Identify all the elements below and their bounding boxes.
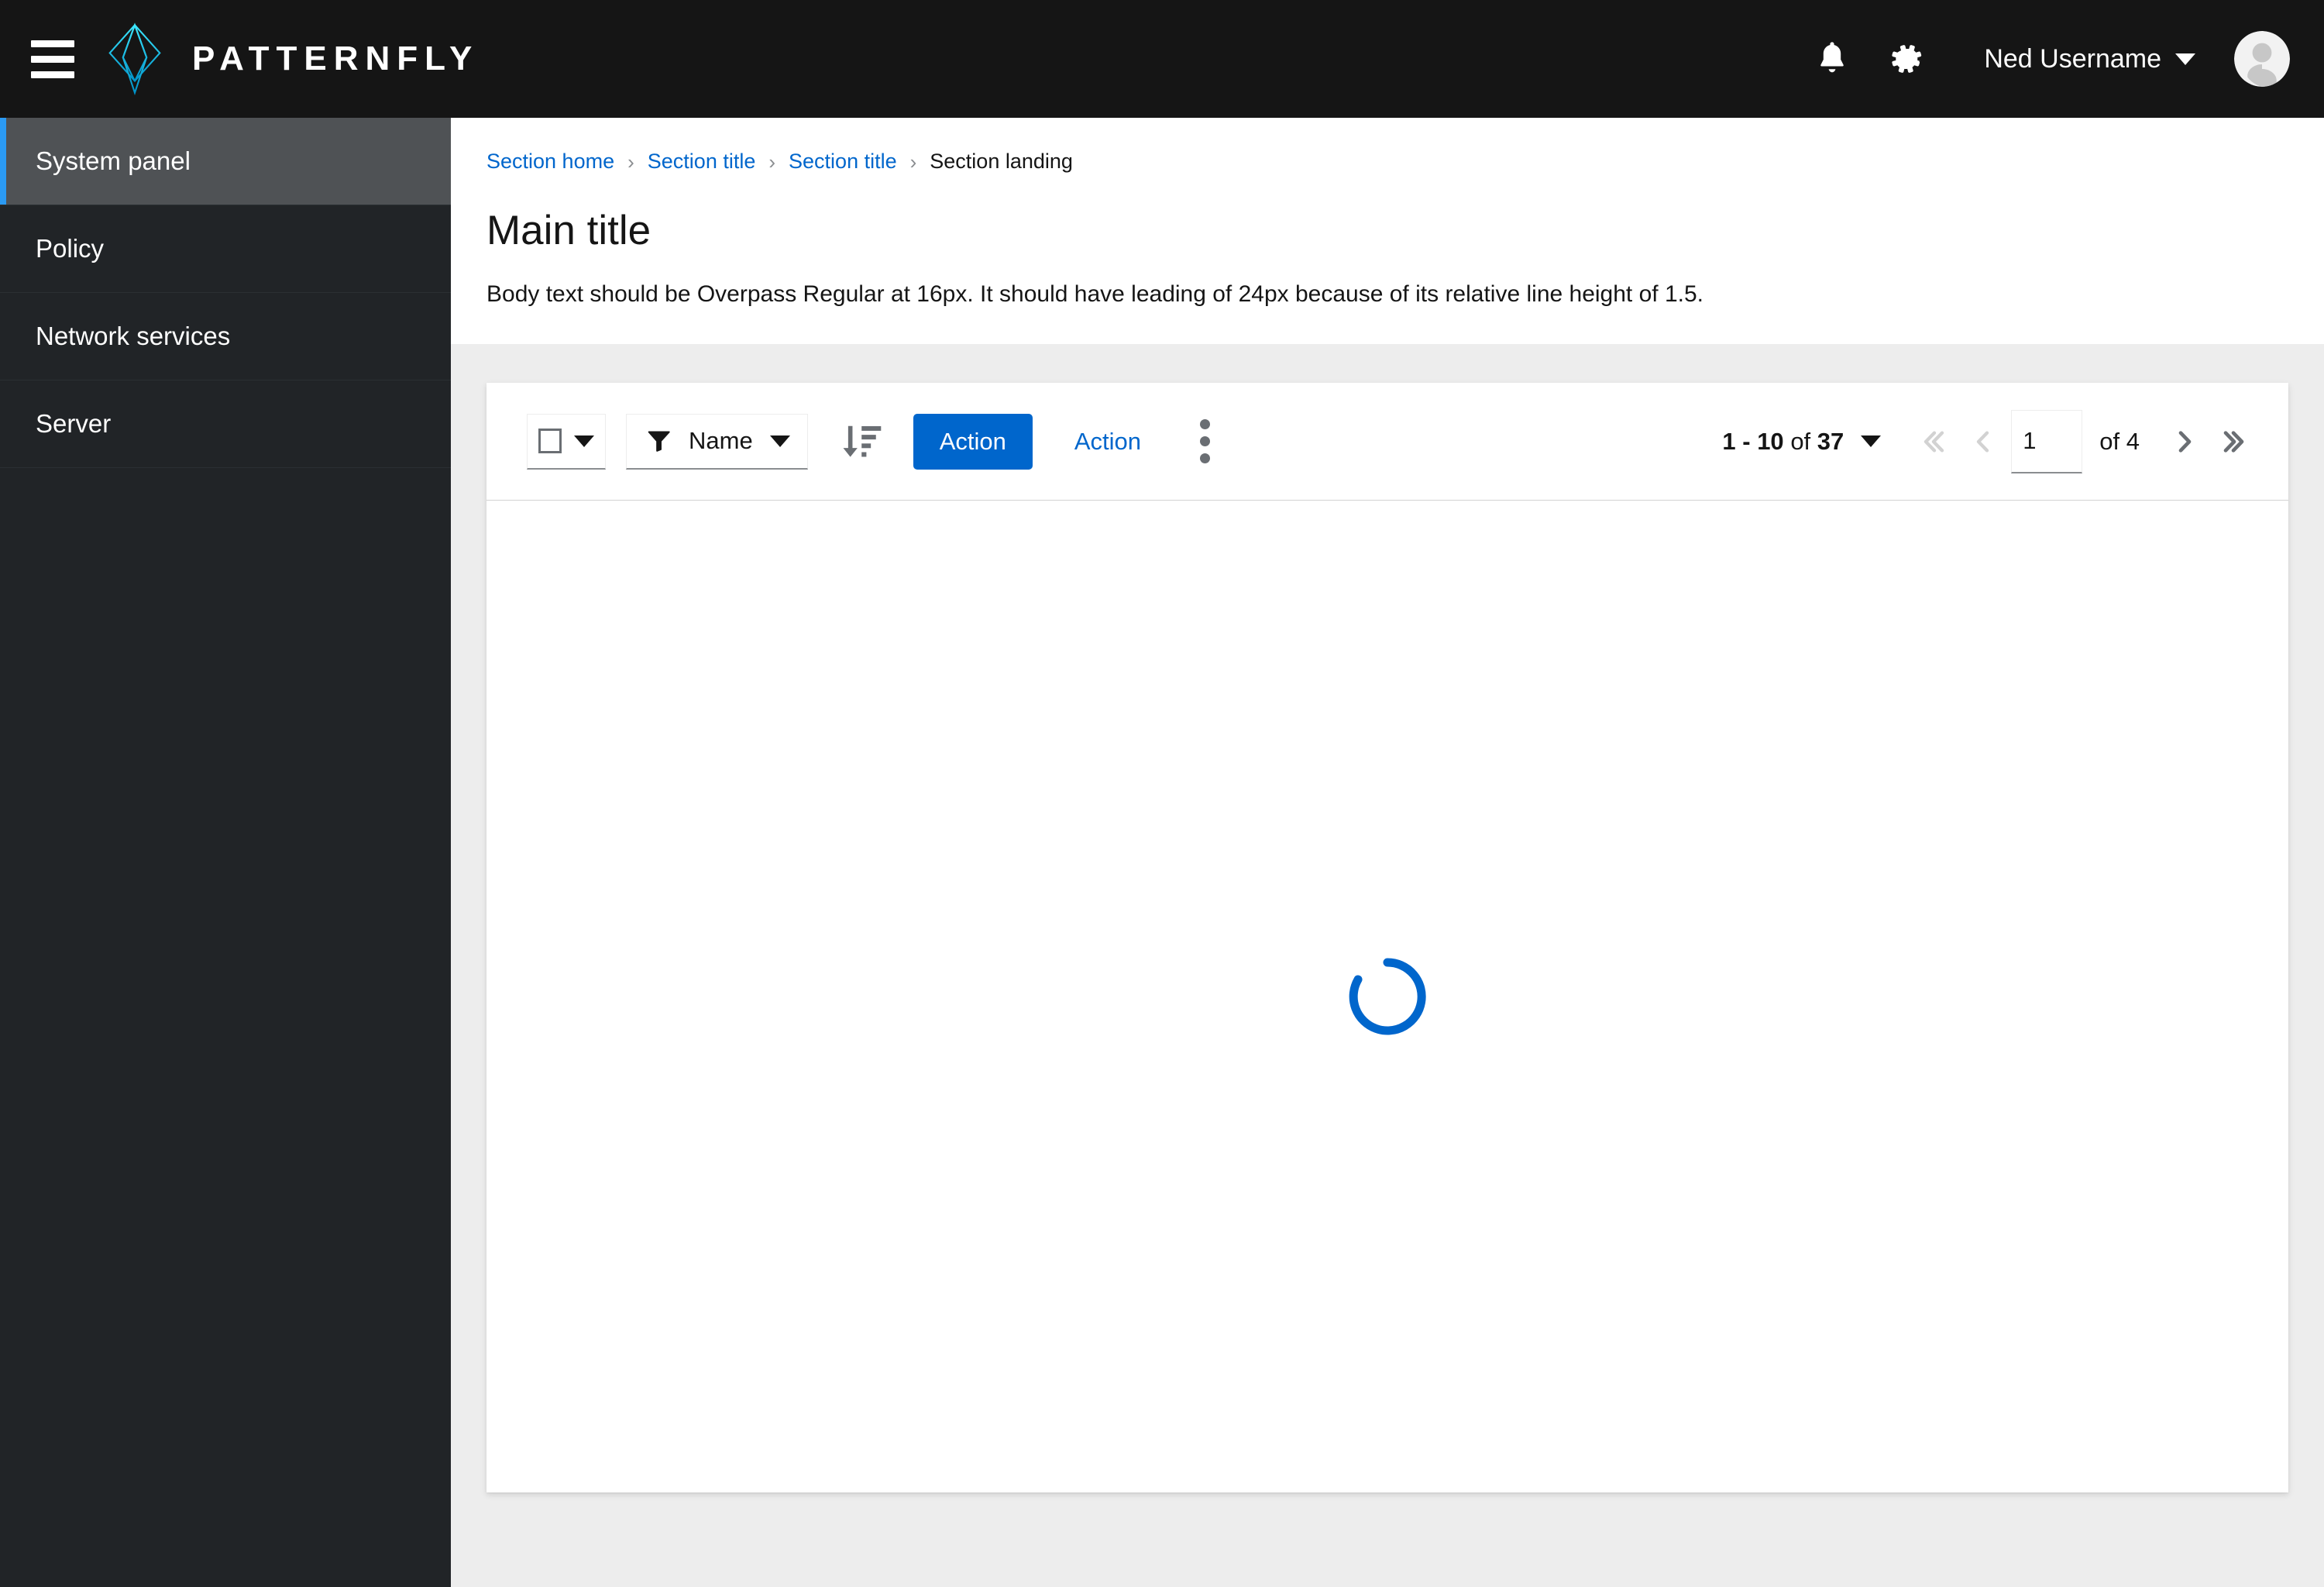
main-content: Section home › Section title › Section t… [451,118,2324,1587]
kebab-dot [1199,453,1210,464]
sidebar-item-network-services[interactable]: Network services [0,293,451,380]
kebab-dot [1199,419,1210,430]
chevron-down-icon [1861,435,1882,448]
sidebar-item-label: System panel [36,146,191,175]
breadcrumb-item-section-title-2[interactable]: Section title [789,147,897,177]
bell-icon [1820,42,1844,73]
page-title: Main title [486,207,651,253]
breadcrumb-item-section-home[interactable]: Section home [486,147,614,177]
patternfly-logo-icon [108,22,161,96]
angle-right-icon [2178,431,2192,453]
user-menu-button[interactable]: Ned Username [1944,44,2206,74]
breadcrumb-separator-icon: › [909,150,917,174]
brand-wordmark: PATTERNFLY [192,40,480,77]
username-label: Ned Username [1984,43,2161,74]
angle-double-right-icon [2223,431,2244,453]
breadcrumb: Section home › Section title › Section t… [451,147,2324,177]
angle-double-left-icon [1924,431,1944,453]
sidebar-item-system-panel[interactable]: System panel [0,118,451,205]
angle-left-icon [1977,431,1989,453]
body-row: System panel Policy Network services Ser… [0,118,2324,1587]
hamburger-bar [31,71,74,78]
breadcrumb-item-current: Section landing [930,150,1073,173]
brand[interactable]: PATTERNFLY [105,22,479,96]
loading-spinner-icon [1349,958,1426,1035]
filter-icon [648,431,670,453]
filter-label: Name [689,427,753,455]
kebab-menu-icon[interactable] [1177,411,1232,473]
page-body-text: Body text should be Overpass Regular at … [486,281,1703,308]
card-body [486,501,2288,1492]
pagination-total: 37 [1817,427,1844,455]
pagination-page-input[interactable] [2011,409,2083,473]
breadcrumb-separator-icon: › [627,150,634,174]
page-header: Section home › Section title › Section t… [451,118,2324,345]
pagination-options-toggle[interactable] [1861,435,1882,448]
sidebar-navigation: System panel Policy Network services Ser… [0,118,451,1587]
page-main-section: Name Action Action 1 - 10 of 37 1 of 4 [451,344,2324,1587]
settings-button[interactable] [1869,22,1944,96]
masthead: PATTERNFLY Ned Username [0,0,2324,118]
pagination-first-button[interactable] [1909,412,1958,471]
filter-dropdown[interactable]: Name [626,413,808,470]
avatar[interactable] [2234,31,2290,87]
pagination-summary[interactable]: 1 - 10 of 37 [1722,428,1844,456]
sidebar-item-label: Policy [36,234,105,263]
pagination-nav: of 4 [1909,409,2259,473]
sidebar-item-label: Network services [36,322,231,350]
masthead-toolbar: Ned Username [1795,22,2290,96]
chevron-down-icon [2175,53,2195,65]
chevron-down-icon [574,435,594,447]
chevron-down-icon [769,435,790,447]
gear-icon [1892,45,1922,73]
breadcrumb-item-section-title-1[interactable]: Section title [648,147,756,177]
sidebar-item-server[interactable]: Server [0,380,451,468]
breadcrumb-separator-icon: › [768,150,776,174]
toolbar-left-group: Name Action Action [527,411,1232,473]
pagination-next-button[interactable] [2160,412,2209,471]
app-root: PATTERNFLY Ned Username System panel Pol… [0,0,2324,1587]
notifications-button[interactable] [1795,22,1869,96]
primary-action-button[interactable]: Action [913,413,1033,470]
sidebar-item-label: Server [36,409,112,438]
pagination: 1 - 10 of 37 1 of 4 [1722,409,2259,473]
pagination-previous-button[interactable] [1958,412,2008,471]
hamburger-menu-icon[interactable] [31,37,74,81]
checkbox-icon[interactable] [538,429,562,454]
pagination-last-button[interactable] [2209,412,2259,471]
toolbar: Name Action Action 1 - 10 of 37 1 of 4 [486,383,2288,501]
sidebar-item-policy[interactable]: Policy [0,205,451,293]
bulk-select-dropdown[interactable] [527,413,606,470]
kebab-dot [1199,436,1210,447]
pagination-range: 1 - 10 [1722,427,1784,455]
sort-button[interactable] [831,411,893,473]
secondary-action-button[interactable]: Action [1050,428,1166,456]
hamburger-bar [31,55,74,63]
pagination-of-word: of [1790,427,1811,455]
content-card: Name Action Action 1 - 10 of 37 1 of 4 [486,383,2288,1493]
avatar-icon [2234,31,2290,87]
sort-amount-down-icon [843,425,882,457]
pagination-page-total-label: of 4 [2099,427,2140,455]
hamburger-bar [31,40,74,47]
